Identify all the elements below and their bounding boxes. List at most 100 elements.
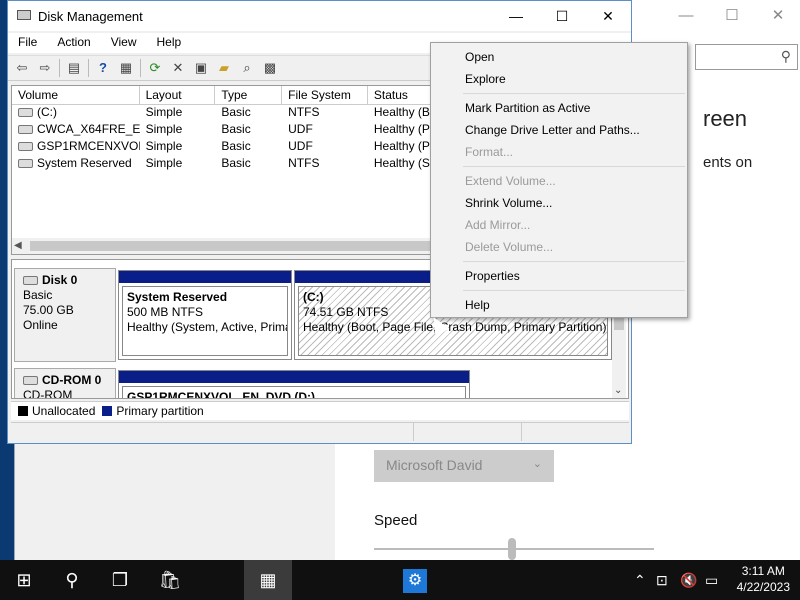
column-header-layout[interactable]: Layout <box>140 86 216 104</box>
settings-icon[interactable]: ▩ <box>261 59 279 77</box>
disk-state: Online <box>23 318 58 332</box>
volume-name: GSP1RMCENXVOL... <box>37 139 140 153</box>
speed-slider[interactable] <box>374 538 654 560</box>
refresh-icon[interactable]: ⟳ <box>146 59 164 77</box>
scrollbar-thumb[interactable] <box>30 241 430 251</box>
cdrom-0-label[interactable]: CD-ROM 0 CD-ROM <box>14 368 116 399</box>
partition-system-reserved[interactable]: System Reserved 500 MB NTFS Healthy (Sys… <box>118 270 292 360</box>
console-tree-icon[interactable]: ▤ <box>65 59 83 77</box>
menu-item-properties[interactable]: Properties <box>431 265 687 287</box>
network-icon[interactable]: ⊡ <box>656 560 668 600</box>
windows-logo-icon: ⊞ <box>16 570 32 590</box>
volume-file-system: NTFS <box>288 105 320 119</box>
maximize-button[interactable]: ☐ <box>539 1 585 31</box>
properties-icon[interactable]: ▣ <box>192 59 210 77</box>
scroll-down-icon[interactable]: ⌄ <box>614 385 622 396</box>
status-divider <box>413 423 414 441</box>
disk-type: Basic <box>23 288 53 302</box>
menu-separator <box>463 261 685 262</box>
disk-management-taskbar-button[interactable]: ▦ <box>244 560 292 600</box>
menu-item-open[interactable]: Open <box>431 46 687 68</box>
start-button[interactable]: ⊞ <box>0 560 48 600</box>
disk-management-icon: ▦ <box>259 570 277 590</box>
speed-label: Speed <box>374 512 418 529</box>
delete-icon[interactable]: ✕ <box>169 59 187 77</box>
properties-pane-icon[interactable]: ▦ <box>117 59 135 77</box>
forward-icon[interactable]: ⇨ <box>36 59 54 77</box>
window-title: Disk Management <box>38 9 143 24</box>
speed-slider-thumb[interactable] <box>508 538 516 560</box>
settings-taskbar-button[interactable]: ⚙ <box>196 560 427 600</box>
volume-muted-icon[interactable]: 🔇 <box>680 560 697 600</box>
column-header-type[interactable]: Type <box>215 86 283 104</box>
explore-icon[interactable]: ⌕ <box>238 59 256 77</box>
column-header-file-system[interactable]: File System <box>282 86 368 104</box>
settings-title-controls: — ☐ ✕ <box>663 0 800 32</box>
back-icon[interactable]: ⇦ <box>13 59 31 77</box>
close-button[interactable]: ✕ <box>585 1 631 31</box>
disk-type: CD-ROM <box>23 388 73 399</box>
toolbar-separator <box>59 59 60 77</box>
minimize-button[interactable]: — <box>663 0 709 32</box>
volume-type: Basic <box>221 122 251 136</box>
column-header-volume[interactable]: Volume <box>12 86 140 104</box>
menu-item-format: Format... <box>465 145 514 159</box>
store-icon: 🛍 <box>158 570 182 590</box>
close-button[interactable]: ✕ <box>755 0 800 32</box>
volume-file-system: UDF <box>288 139 313 153</box>
taskbar: ⊞ ⚲ ❐ 🛍 ⚙ ▦ ⌃ ⊡ 🔇 ▭ 3:11 AM 4/22/2023 <box>0 560 800 600</box>
store-button[interactable]: 🛍 <box>146 560 194 600</box>
unallocated-swatch <box>18 406 28 416</box>
menu-item-mark-active[interactable]: Mark Partition as Active <box>431 97 687 119</box>
help-icon[interactable]: ? <box>94 59 112 77</box>
partition-name: System Reserved <box>127 290 228 304</box>
partition-name: GSP1RMCENXVOL_EN_DVD (D:) <box>127 390 316 399</box>
menu-item-delete-volume: Delete Volume... <box>465 240 554 254</box>
task-view-button[interactable]: ❐ <box>96 560 144 600</box>
legend: Unallocated Primary partition <box>11 401 629 420</box>
menu-help[interactable]: Help <box>147 33 192 53</box>
scroll-left-icon[interactable]: ◀ <box>14 240 22 251</box>
partition-dvd[interactable]: GSP1RMCENXVOL_EN_DVD (D:) <box>118 370 470 399</box>
menu-item-explore[interactable]: Explore <box>431 68 687 90</box>
partition-status: Healthy (Boot, Page File, Crash Dump, Pr… <box>303 320 607 334</box>
menu-file[interactable]: File <box>8 33 47 53</box>
partition-size: 500 MB NTFS <box>127 305 204 319</box>
menu-view[interactable]: View <box>101 33 147 53</box>
task-view-icon: ❐ <box>111 570 129 590</box>
volume-layout: Simple <box>145 105 183 119</box>
search-icon[interactable]: ⚲ <box>781 48 791 65</box>
title-bar: Disk Management — ☐ ✕ <box>8 1 631 31</box>
chevron-up-icon[interactable]: ⌃ <box>634 560 646 600</box>
volume-name: System Reserved <box>37 156 132 170</box>
partition-status: Healthy (System, Active, Prima <box>127 320 288 334</box>
voice-select[interactable]: Microsoft David ⌄ <box>374 450 554 482</box>
notification-icon[interactable]: ▭ <box>705 560 718 600</box>
menu-item-change-drive-letter[interactable]: Change Drive Letter and Paths... <box>431 119 687 141</box>
menu-item-extend-volume: Extend Volume... <box>465 174 556 188</box>
menu-item-shrink-volume[interactable]: Shrink Volume... <box>431 192 687 214</box>
disk-0-label[interactable]: Disk 0 Basic 75.00 GB Online <box>14 268 116 362</box>
clock[interactable]: 3:11 AM 4/22/2023 <box>737 563 790 595</box>
volume-type: Basic <box>221 156 251 170</box>
settings-heading: reen <box>703 106 748 131</box>
menu-item-help[interactable]: Help <box>431 294 687 316</box>
legend-primary: Primary partition <box>116 404 204 418</box>
open-icon[interactable]: ▰ <box>215 59 233 77</box>
disk-icon <box>23 276 38 286</box>
scrollbar-thumb[interactable] <box>614 316 624 330</box>
settings-search-input[interactable]: ⚲ <box>695 44 798 70</box>
maximize-button[interactable]: ☐ <box>709 0 755 32</box>
drive-icon <box>18 125 33 135</box>
gear-icon: ⚙ <box>403 569 427 593</box>
context-menu: Open Explore Mark Partition as Active Ch… <box>430 42 688 318</box>
menu-action[interactable]: Action <box>47 33 100 53</box>
drive-icon <box>18 159 33 169</box>
primary-partition-bar <box>119 371 469 383</box>
search-button[interactable]: ⚲ <box>48 560 96 600</box>
volume-name: CWCA_X64FRE_EN... <box>37 122 140 136</box>
toolbar-separator <box>88 59 89 77</box>
volume-type: Basic <box>221 139 251 153</box>
drive-icon <box>18 142 33 152</box>
minimize-button[interactable]: — <box>493 1 539 31</box>
